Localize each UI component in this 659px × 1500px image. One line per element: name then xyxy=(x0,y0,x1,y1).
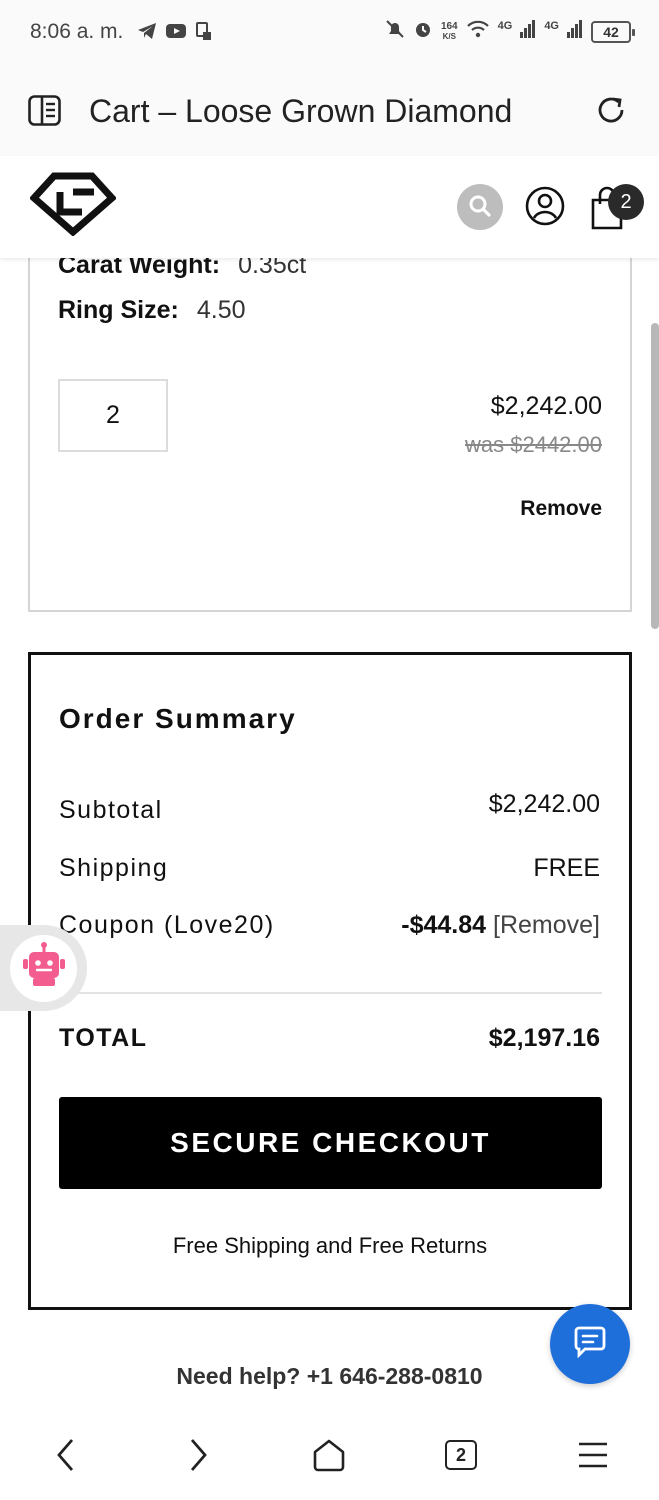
telegram-icon xyxy=(137,22,157,47)
search-button[interactable] xyxy=(457,184,503,230)
spec-value: 4.50 xyxy=(196,296,246,324)
total-value: $2,197.16 xyxy=(488,1024,600,1052)
menu-icon[interactable] xyxy=(568,1430,618,1480)
remove-item-button[interactable]: Remove xyxy=(520,497,602,521)
total-label: TOTAL xyxy=(59,1024,148,1052)
quantity-input[interactable]: 2 xyxy=(58,379,168,452)
logo-diamond-icon[interactable] xyxy=(29,170,117,241)
account-icon[interactable] xyxy=(525,186,565,231)
wifi-icon xyxy=(466,20,490,43)
subtotal-label: Subtotal xyxy=(59,796,163,824)
forward-icon[interactable] xyxy=(173,1430,223,1480)
signal-icon xyxy=(520,20,536,43)
page-scrollbar[interactable] xyxy=(651,323,659,629)
status-time: 8:06 a. m. xyxy=(30,20,124,43)
net-speed-unit: K/S xyxy=(442,31,456,41)
browser-toolbar: Cart – Loose Grown Diamond xyxy=(0,68,659,156)
shipping-label: Shipping xyxy=(59,854,169,882)
cart-count-badge[interactable]: 2 xyxy=(608,184,644,220)
refresh-icon[interactable] xyxy=(594,93,628,132)
subtotal-value: $2,242.00 xyxy=(488,790,600,818)
mute-icon xyxy=(385,19,405,44)
chatbot-launcher[interactable] xyxy=(0,925,87,1011)
coupon-amount: -$44.84 xyxy=(401,911,487,939)
chat-button[interactable] xyxy=(550,1304,630,1384)
tab-panel-icon[interactable] xyxy=(28,95,61,131)
page-title: Cart – Loose Grown Diamond xyxy=(89,93,513,129)
item-price: $2,242.00 xyxy=(490,392,602,420)
coupon-label: Coupon (Love20) xyxy=(59,911,275,939)
secure-checkout-button[interactable]: SECURE CHECKOUT xyxy=(59,1097,602,1189)
tabs-count: 2 xyxy=(445,1440,477,1470)
robot-icon xyxy=(19,941,69,996)
coupon-value: -$44.84 [Remove] xyxy=(401,911,600,940)
order-summary-title: Order Summary xyxy=(59,703,297,734)
spec-ring-size: Ring Size: 4.50 xyxy=(58,296,246,325)
remove-coupon-link[interactable]: [Remove] xyxy=(493,911,600,939)
item-was-price: was $2442.00 xyxy=(465,432,602,457)
home-icon[interactable] xyxy=(304,1430,354,1480)
site-header xyxy=(0,156,659,258)
summary-divider xyxy=(59,992,602,994)
search-icon xyxy=(468,194,492,221)
signal-2-label: 4G xyxy=(544,19,559,32)
status-bar: 8:06 a. m. 164 K/S 4G 4G 42 xyxy=(0,0,659,68)
alarm-icon xyxy=(413,19,433,44)
shipping-value: FREE xyxy=(533,854,600,882)
browser-nav-bar: 2 xyxy=(0,1410,659,1500)
signal-icon xyxy=(567,20,583,43)
battery-icon: 42 xyxy=(591,20,635,43)
tabs-icon[interactable]: 2 xyxy=(436,1430,486,1480)
cart-item-card: Carat Weight: 0.35ct Ring Size: 4.50 2 $2,… xyxy=(28,220,632,612)
free-shipping-note: Free Shipping and Free Returns xyxy=(172,1233,488,1258)
chat-icon xyxy=(573,1326,607,1363)
sim-icon xyxy=(195,22,213,47)
spec-label: Ring Size: xyxy=(58,296,179,324)
signal-1-label: 4G xyxy=(497,19,513,32)
order-summary: Order Summary Subtotal $2,242.00 Shippin… xyxy=(28,652,632,1310)
back-icon[interactable] xyxy=(41,1430,91,1480)
youtube-icon xyxy=(165,22,187,47)
net-speed-value: 164 xyxy=(440,20,458,32)
